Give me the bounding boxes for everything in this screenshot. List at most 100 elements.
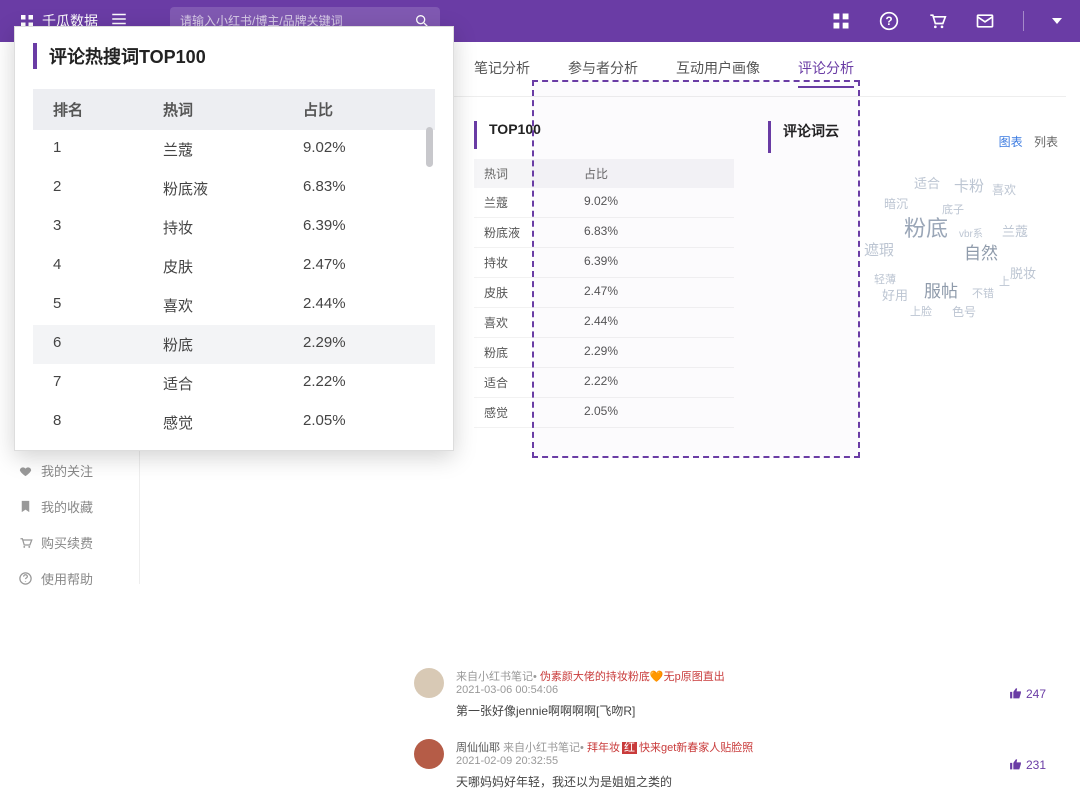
cell-pct: 9.02%	[584, 194, 618, 211]
cloud-word[interactable]: 兰蔻	[1002, 221, 1028, 240]
cell-pct: 9.02%	[303, 139, 346, 160]
cloud-word[interactable]: 粉底	[904, 211, 948, 243]
cell-rank: 7	[53, 373, 163, 394]
view-chart[interactable]: 图表	[999, 135, 1023, 149]
cell-pct: 6.39%	[303, 217, 346, 238]
mail-icon[interactable]	[975, 11, 995, 31]
like-count[interactable]: 231	[1009, 739, 1046, 790]
cell-pct: 2.29%	[584, 344, 618, 361]
table-row: 感觉2.05%	[474, 398, 734, 428]
cloud-word[interactable]: 上脸	[910, 303, 932, 319]
cell-word: 感觉	[484, 404, 584, 421]
comment-text: 天哪妈妈好年轻，我还以为是姐姐之类的	[456, 773, 997, 790]
cell-word: 喜欢	[484, 314, 584, 331]
apps-icon[interactable]	[831, 11, 851, 31]
col-hotword: 热词	[484, 165, 584, 182]
view-list[interactable]: 列表	[1034, 135, 1058, 149]
cloud-word[interactable]: 卡粉	[954, 175, 984, 196]
dropdown-icon[interactable]	[1052, 18, 1062, 24]
table-header: 热词 占比	[474, 159, 734, 188]
cell-pct: 6.39%	[584, 254, 618, 271]
popup-title: 评论热搜词TOP100	[33, 43, 435, 69]
panel-wordcloud: 评论词云 图表 列表 适合卡粉喜欢暗沉底子粉底兰蔻vbr系遮瑕自然脱妆轻薄好用服…	[754, 121, 1066, 428]
tab-user-portrait[interactable]: 互动用户画像	[676, 58, 760, 88]
cloud-word[interactable]: 不错	[972, 285, 994, 301]
cell-rank: 1	[53, 139, 163, 160]
sidebar-item-label: 购买续费	[41, 533, 93, 552]
cell-pct: 2.47%	[584, 284, 618, 301]
sidebar-item-purchase[interactable]: 购买续费	[0, 524, 139, 560]
tab-participants[interactable]: 参与者分析	[568, 58, 638, 88]
cart-icon[interactable]	[927, 11, 947, 31]
cloud-word[interactable]: 适合	[914, 173, 940, 192]
navbar-right-actions: ?	[831, 11, 1062, 31]
comment-meta: 来自小红书笔记• 伪素颜大佬的持妆粉底🧡无p原图直出	[456, 668, 997, 684]
cell-rank: 6	[53, 334, 163, 355]
comment-author[interactable]: 周仙仙耶	[456, 742, 500, 754]
table-row: 皮肤2.47%	[474, 278, 734, 308]
cell-word: 持妆	[163, 217, 303, 238]
cloud-word[interactable]: 好用	[882, 285, 908, 304]
comment-timestamp: 2021-03-06 00:54:06	[456, 684, 997, 696]
table-row: 5喜欢2.44%	[33, 286, 435, 325]
cell-rank: 5	[53, 295, 163, 316]
cell-pct: 2.44%	[584, 314, 618, 331]
popup-table-header: 排名 热词 占比	[33, 89, 435, 130]
cell-pct: 2.29%	[303, 334, 346, 355]
cloud-word[interactable]: 喜欢	[992, 181, 1016, 198]
svg-text:?: ?	[885, 15, 892, 28]
cell-word: 兰蔻	[484, 194, 584, 211]
cell-word: 喜欢	[163, 295, 303, 316]
sidebar-item-label: 我的关注	[41, 461, 93, 480]
table-row: 1兰蔻9.02%	[33, 130, 435, 169]
divider	[1023, 11, 1024, 31]
comment-item: 来自小红书笔记• 伪素颜大佬的持妆粉底🧡无p原图直出 2021-03-06 00…	[414, 658, 1046, 729]
col-pct: 占比	[584, 165, 608, 182]
cloud-word[interactable]: 自然	[964, 239, 998, 264]
table-row: 8感觉2.05%	[33, 403, 435, 442]
source-label: 来自小红书笔记•	[456, 671, 537, 683]
note-title-link[interactable]: 拜年妆红快来get新春家人贴脸照	[587, 742, 753, 754]
cell-word: 适合	[484, 374, 584, 391]
cloud-word[interactable]: 上	[999, 273, 1010, 289]
cell-rank: 4	[53, 256, 163, 277]
col-hotword: 热词	[163, 99, 303, 120]
tab-notes[interactable]: 笔记分析	[474, 58, 530, 88]
hotwords-popup: 评论热搜词TOP100 排名 热词 占比 1兰蔻9.02%2粉底液6.83%3持…	[14, 26, 454, 451]
note-title-link[interactable]: 伪素颜大佬的持妆粉底🧡无p原图直出	[540, 671, 725, 683]
cloud-word[interactable]: 服帖	[924, 277, 958, 302]
sidebar-item-label: 我的收藏	[41, 497, 93, 516]
sidebar-item-favorites[interactable]: 我的收藏	[0, 488, 139, 524]
cell-word: 皮肤	[484, 284, 584, 301]
cell-rank: 3	[53, 217, 163, 238]
cell-rank: 8	[53, 412, 163, 433]
table-row: 粉底2.29%	[474, 338, 734, 368]
like-count[interactable]: 247	[1009, 668, 1046, 719]
sidebar-item-follow[interactable]: 我的关注	[0, 452, 139, 488]
help-icon[interactable]: ?	[879, 11, 899, 31]
table-row: 4皮肤2.47%	[33, 247, 435, 286]
comment-timestamp: 2021-02-09 20:32:55	[456, 755, 997, 767]
scrollbar-thumb[interactable]	[426, 127, 433, 167]
avatar[interactable]	[414, 668, 444, 698]
tab-comments[interactable]: 评论分析	[798, 58, 854, 88]
table-row: 3持妆6.39%	[33, 208, 435, 247]
cell-word: 持妆	[484, 254, 584, 271]
like-value: 231	[1026, 758, 1046, 772]
table-row: 兰蔻9.02%	[474, 188, 734, 218]
cell-word: 粉底液	[163, 178, 303, 199]
cloud-word[interactable]: 遮瑕	[864, 239, 894, 260]
cloud-word[interactable]: 暗沉	[884, 195, 908, 212]
table-row: 持妆6.39%	[474, 248, 734, 278]
cell-word: 皮肤	[163, 256, 303, 277]
cloud-word[interactable]: 色号	[952, 303, 976, 320]
col-rank: 排名	[53, 99, 163, 120]
cell-word: 粉底	[484, 344, 584, 361]
table-row: 适合2.22%	[474, 368, 734, 398]
cell-pct: 6.83%	[303, 178, 346, 199]
cloud-word[interactable]: vbr系	[959, 225, 983, 240]
sidebar-item-help[interactable]: 使用帮助	[0, 560, 139, 596]
avatar[interactable]	[414, 739, 444, 769]
table-row: 喜欢2.44%	[474, 308, 734, 338]
cloud-word[interactable]: 脱妆	[1010, 263, 1036, 282]
